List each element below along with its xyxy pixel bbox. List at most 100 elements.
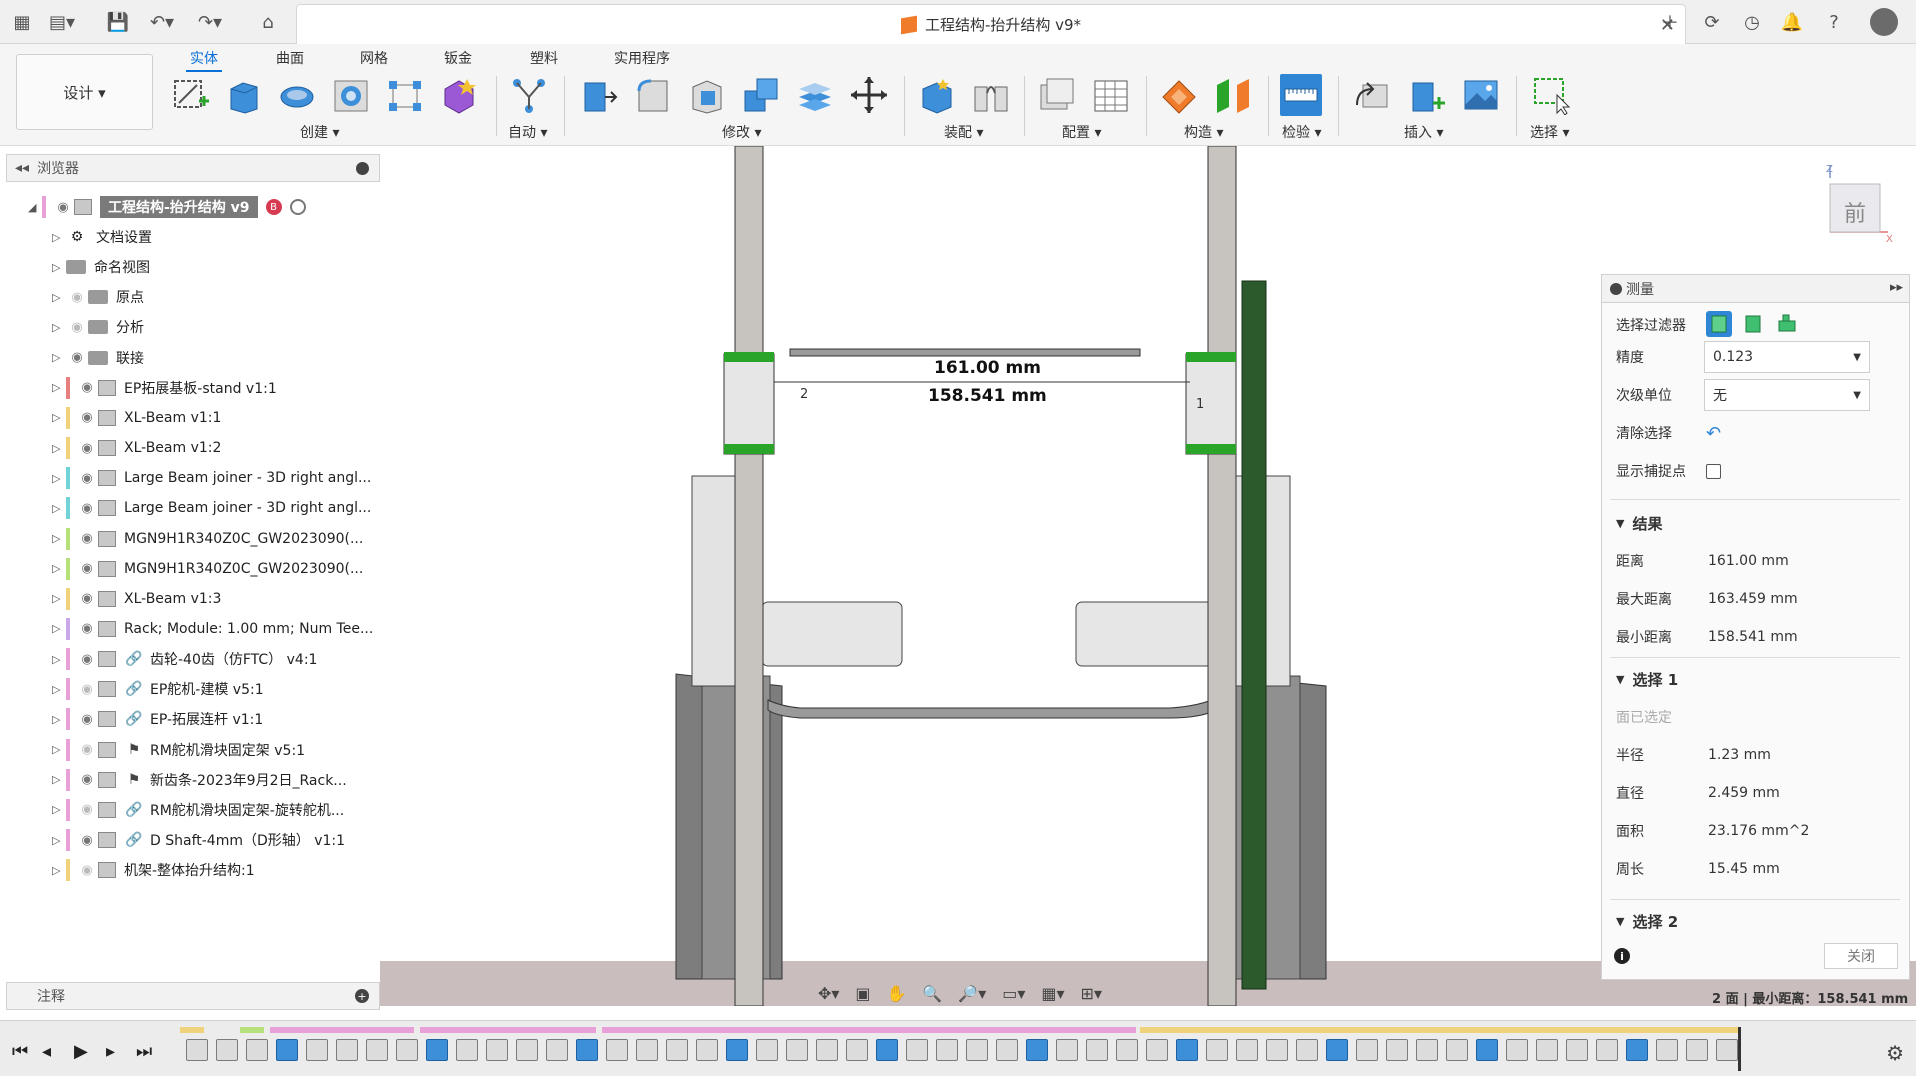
expand-caret-icon[interactable]: ▷ [52, 231, 66, 244]
expand-caret-icon[interactable]: ▷ [52, 592, 66, 605]
timeline-feature-icon[interactable] [396, 1039, 418, 1061]
select-box-icon[interactable] [1530, 74, 1572, 116]
visibility-eye-icon[interactable]: ◉ [76, 441, 98, 456]
visibility-eye-icon[interactable]: ◉ [76, 682, 98, 697]
go-to-start-icon[interactable]: ⏮ [12, 1041, 28, 1062]
refresh-icon[interactable]: ⟳ [1698, 8, 1726, 36]
browser-header[interactable]: ◂◂ 浏览器 [6, 154, 380, 182]
timeline-feature-icon[interactable] [1566, 1039, 1588, 1061]
timeline-feature-icon[interactable] [1416, 1039, 1438, 1061]
press-pull-icon[interactable] [578, 74, 620, 116]
browser-item[interactable]: ▷ ◉ 原点 [52, 284, 144, 310]
joint-icon[interactable] [970, 74, 1012, 116]
timeline-feature-icon[interactable] [906, 1039, 928, 1061]
view-cube[interactable]: Z X 前 [1812, 162, 1896, 246]
configure-group-label[interactable]: 配置 ▾ [1062, 122, 1101, 142]
fillet-icon[interactable] [632, 74, 674, 116]
browser-minimize-icon[interactable] [356, 162, 369, 175]
create-group-label[interactable]: 创建 ▾ [300, 122, 339, 142]
tab-utilities[interactable]: 实用程序 [610, 46, 674, 70]
select-group-label[interactable]: 选择 ▾ [1530, 122, 1569, 142]
workspace-switcher[interactable]: 设计 ▾ [16, 54, 153, 130]
visibility-eye-icon[interactable]: ◉ [76, 833, 98, 848]
browser-item[interactable]: ▷ ◉ Large Beam joiner - 3D right angl... [52, 465, 371, 491]
visibility-eye-icon[interactable]: ◉ [76, 863, 98, 878]
visibility-eye-icon[interactable]: ◉ [76, 802, 98, 817]
timeline-feature-icon[interactable] [1446, 1039, 1468, 1061]
avatar[interactable] [1870, 8, 1898, 36]
zoom-window-icon[interactable]: 🔎▾ [958, 984, 986, 1003]
expand-caret-icon[interactable]: ▷ [52, 803, 66, 816]
clear-selection-icon[interactable]: ↶ [1706, 423, 1721, 444]
configure-table-icon[interactable] [1090, 74, 1132, 116]
measure-icon[interactable] [1280, 74, 1322, 116]
timeline-feature-icon[interactable] [576, 1039, 598, 1061]
measure-header[interactable]: 测量 ▸▸ [1602, 275, 1909, 303]
extrude-icon[interactable] [222, 74, 264, 116]
timeline-feature-icon[interactable] [666, 1039, 688, 1061]
timeline-feature-icon[interactable] [1176, 1039, 1198, 1061]
browser-item[interactable]: ▷ ◉ 🔗 EP舵机-建模 v5:1 [52, 676, 264, 702]
timeline-feature-icon[interactable] [726, 1039, 748, 1061]
visibility-eye-icon[interactable]: ◉ [66, 350, 88, 365]
timeline-feature-icon[interactable] [366, 1039, 388, 1061]
orbit-icon[interactable]: ✥▾ [818, 984, 839, 1003]
timeline-feature-icon[interactable] [486, 1039, 508, 1061]
timeline-feature-icon[interactable] [1026, 1039, 1048, 1061]
timeline-feature-icon[interactable] [276, 1039, 298, 1061]
timeline-feature-icon[interactable] [846, 1039, 868, 1061]
timeline-feature-icon[interactable] [186, 1039, 208, 1061]
info-icon[interactable]: i [1614, 948, 1630, 964]
move-icon[interactable] [848, 74, 890, 116]
precision-select[interactable]: 0.123 ▼ [1704, 341, 1870, 373]
visibility-eye-icon[interactable]: ◉ [76, 652, 98, 667]
offset-plane-icon[interactable] [1158, 74, 1200, 116]
timeline-feature-icon[interactable] [1386, 1039, 1408, 1061]
browser-root[interactable]: ◢ ◉ 工程结构-抬升结构 v9 B [28, 194, 306, 220]
browser-item[interactable]: ▷ ◉ 🔗 EP-拓展连杆 v1:1 [52, 706, 263, 732]
step-forward-icon[interactable]: ▸ [106, 1041, 115, 1062]
timeline-feature-icon[interactable] [606, 1039, 628, 1061]
expand-caret-icon[interactable]: ▷ [52, 743, 66, 756]
timeline-feature-icon[interactable] [1146, 1039, 1168, 1061]
timeline-feature-icon[interactable] [216, 1039, 238, 1061]
expand-caret-icon[interactable]: ▷ [52, 442, 66, 455]
browser-item[interactable]: ▷ ◉ Large Beam joiner - 3D right angl... [52, 495, 371, 521]
browser-item[interactable]: ▷ 命名视图 [52, 254, 150, 280]
browser-item[interactable]: ▷ ◉ EP拓展基板-stand v1:1 [52, 375, 277, 401]
automate-icon[interactable] [508, 74, 550, 116]
timeline-feature-icon[interactable] [696, 1039, 718, 1061]
tab-plastic[interactable]: 塑料 [526, 46, 562, 70]
bell-icon[interactable]: 🔔 [1778, 8, 1806, 36]
visibility-eye-icon[interactable]: ◉ [66, 320, 88, 335]
file-icon[interactable]: ▤▾ [48, 8, 76, 36]
expand-caret-icon[interactable]: ▷ [52, 773, 66, 786]
expand-caret-icon[interactable]: ▷ [52, 472, 66, 485]
expand-caret-icon[interactable]: ▷ [52, 713, 66, 726]
browser-item[interactable]: ▷ ◉ ⚑ RM舵机滑块固定架 v5:1 [52, 737, 305, 763]
timeline-feature-icon[interactable] [1116, 1039, 1138, 1061]
visibility-eye-icon[interactable]: ◉ [76, 410, 98, 425]
play-icon[interactable]: ▶ [74, 1041, 88, 1062]
inspect-group-label[interactable]: 检验 ▾ [1282, 122, 1321, 142]
expand-caret-icon[interactable]: ▷ [52, 381, 66, 394]
tab-sheet-metal[interactable]: 钣金 [440, 46, 476, 70]
expand-caret-icon[interactable]: ▷ [52, 622, 66, 635]
timeline-feature-icon[interactable] [336, 1039, 358, 1061]
midplane-icon[interactable] [1212, 74, 1254, 116]
visibility-eye-icon[interactable]: ◉ [76, 561, 98, 576]
collapse-browser-icon[interactable]: ◂◂ [15, 160, 29, 176]
timeline-feature-icon[interactable] [816, 1039, 838, 1061]
undo-icon[interactable]: ↶▾ [148, 8, 176, 36]
new-component-icon[interactable] [916, 74, 958, 116]
expand-caret-icon[interactable]: ▷ [52, 562, 66, 575]
filter-component-icon[interactable] [1774, 311, 1800, 337]
browser-item[interactable]: ▷ ◉ MGN9H1R340Z0C_GW2023090(... [52, 526, 363, 552]
shell-icon[interactable] [686, 74, 728, 116]
selection-1-section[interactable]: ▼ 选择 1 [1616, 667, 1678, 691]
timeline-feature-icon[interactable] [1296, 1039, 1318, 1061]
pattern-icon[interactable] [384, 74, 426, 116]
visibility-eye-icon[interactable]: ◉ [76, 471, 98, 486]
insert-derive-icon[interactable] [1352, 74, 1394, 116]
visibility-eye-icon[interactable]: ◉ [66, 290, 88, 305]
